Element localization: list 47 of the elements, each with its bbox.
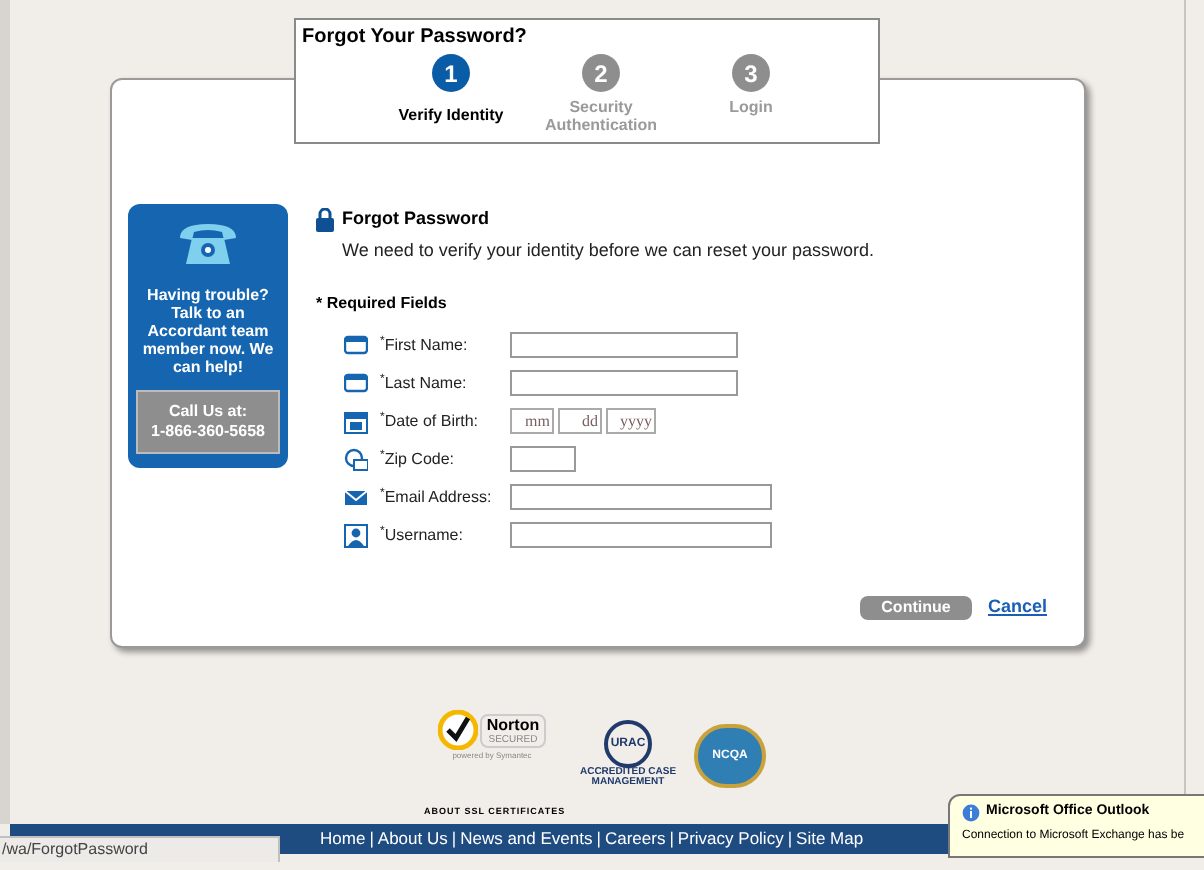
step-label: Login	[729, 98, 773, 116]
cancel-link[interactable]: Cancel	[988, 594, 1048, 621]
field-label: $^{*}$Last Name:	[380, 371, 469, 395]
link-separator: |	[594, 826, 603, 852]
form-description: We need to verify your identity before we can reset your password.	[342, 237, 876, 264]
text-input[interactable]	[510, 484, 772, 510]
footer-link[interactable]: Careers	[604, 824, 666, 854]
required-note: * Required Fields	[316, 292, 449, 316]
name-card-icon	[344, 371, 368, 395]
step-label: Security Authentication	[543, 98, 659, 134]
lock-icon	[316, 207, 334, 232]
step-number: 2	[582, 54, 620, 92]
help-message: Having trouble? Talk to an Accordant team member now. We can help!	[140, 286, 276, 376]
call-label: Call Us at:	[168, 402, 248, 422]
text-input[interactable]	[510, 370, 738, 396]
form-title: Forgot Password	[342, 206, 490, 232]
footer-link[interactable]: About Us	[377, 824, 448, 854]
footer-link[interactable]: News and Events	[460, 824, 593, 854]
footer-link[interactable]: Home	[320, 824, 366, 854]
page-title: Forgot Your Password?	[300, 24, 529, 52]
field-label: $^{*}$First Name:	[380, 333, 470, 357]
field-label: $^{*}$Date of Birth:	[380, 409, 481, 433]
step-number: 1	[432, 54, 470, 92]
date-input[interactable]: dd	[558, 408, 602, 434]
step-number: 3	[732, 54, 770, 92]
date-input[interactable]: mm	[510, 408, 554, 434]
link-separator: |	[367, 826, 376, 852]
text-input[interactable]	[510, 522, 772, 548]
step-label: Verify Identity	[398, 106, 504, 124]
phone-number: 1-866-360-5658	[151, 422, 265, 442]
field-label: $^{*}$Email Address:	[380, 485, 494, 509]
status-bar-url: /wa/ForgotPassword	[0, 836, 280, 862]
person-icon	[344, 523, 368, 547]
telephone-icon	[176, 220, 240, 268]
link-separator: |	[667, 826, 676, 852]
footer-link[interactable]: Privacy Policy	[677, 824, 784, 854]
text-input[interactable]	[510, 446, 576, 472]
link-separator: |	[449, 826, 459, 852]
text-input[interactable]	[510, 332, 738, 358]
info-icon	[962, 803, 980, 822]
field-label: $^{*}$Zip Code:	[380, 447, 457, 471]
footer-link[interactable]: Site Map	[796, 824, 864, 854]
field-label: $^{*}$Username:	[380, 523, 465, 547]
date-input[interactable]: yyyy	[606, 408, 656, 434]
calendar-icon	[344, 409, 368, 433]
link-separator: |	[785, 826, 795, 852]
name-card-icon	[344, 333, 368, 357]
